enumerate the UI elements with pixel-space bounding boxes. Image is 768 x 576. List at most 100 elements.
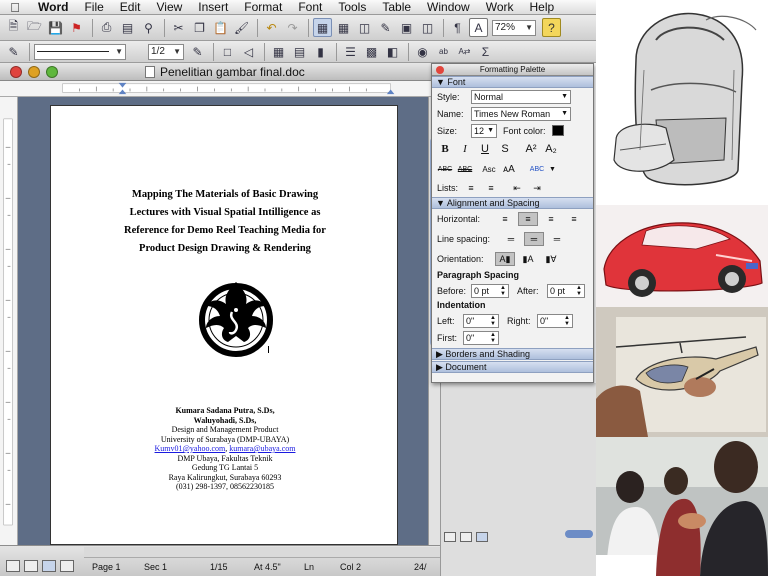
redo-icon[interactable]: ↷: [283, 18, 302, 37]
distribute-icon[interactable]: ▮: [311, 42, 330, 61]
align-center-icon[interactable]: ≡: [518, 212, 538, 226]
drawing-icon[interactable]: ✎: [376, 18, 395, 37]
italic-icon[interactable]: I: [457, 142, 473, 156]
increase-indent-icon[interactable]: ⇥: [529, 181, 545, 195]
zoom-window-icon[interactable]: [46, 66, 58, 78]
menu-window[interactable]: Window: [419, 0, 478, 14]
menu-help[interactable]: Help: [522, 0, 563, 14]
justify-icon[interactable]: ≡: [564, 212, 584, 226]
normal-view-icon[interactable]: [6, 560, 20, 572]
first-indent-stepper[interactable]: 0" ▲ ▼: [463, 330, 499, 345]
layout-icon[interactable]: ▩: [362, 42, 381, 61]
menu-app[interactable]: Word: [30, 0, 76, 14]
vertical-ruler[interactable]: [0, 97, 18, 545]
search-icon[interactable]: ⚲: [139, 18, 158, 37]
menu-edit[interactable]: Edit: [112, 0, 149, 14]
rotate-down-text-icon[interactable]: ▮A: [518, 252, 538, 266]
single-spacing-icon[interactable]: ═: [501, 232, 521, 246]
document-canvas[interactable]: Mapping The Materials of Basic Drawing L…: [18, 97, 428, 545]
bulleted-list-icon[interactable]: ≡: [483, 181, 499, 195]
text-box-icon[interactable]: A: [469, 18, 488, 37]
arrange-icon[interactable]: ◧: [383, 42, 402, 61]
format-painter-icon[interactable]: 🖌: [232, 18, 251, 37]
align-icon[interactable]: ▤: [290, 42, 309, 61]
superscript-icon[interactable]: A²: [523, 142, 539, 156]
cut-icon[interactable]: ✂: [169, 18, 188, 37]
right-indent-stepper[interactable]: 0" ▲ ▼: [537, 313, 573, 328]
menu-view[interactable]: View: [148, 0, 190, 14]
section-document[interactable]: ▶ Document: [432, 361, 593, 373]
flag-icon[interactable]: ⚑: [67, 18, 86, 37]
double-spacing-icon[interactable]: ═: [547, 232, 567, 246]
sidebar-icon[interactable]: ◫: [418, 18, 437, 37]
after-stepper[interactable]: 0 pt ▲ ▼: [547, 283, 585, 298]
highlight-icon[interactable]: ABC: [529, 162, 545, 176]
before-stepper[interactable]: 0 pt ▲ ▼: [471, 283, 509, 298]
abc-spell-icon[interactable]: ab: [434, 42, 453, 61]
edit-icon[interactable]: ✎: [4, 42, 23, 61]
numbered-list-icon[interactable]: ≡: [463, 181, 479, 195]
dashed-border-icon[interactable]: □: [218, 42, 237, 61]
pilcrow-icon[interactable]: ¶: [448, 18, 467, 37]
font-color-swatch[interactable]: [551, 125, 564, 136]
help-icon[interactable]: ?: [542, 18, 561, 37]
document-page[interactable]: Mapping The Materials of Basic Drawing L…: [50, 105, 398, 545]
menu-tools[interactable]: Tools: [330, 0, 374, 14]
copy-icon[interactable]: ❐: [190, 18, 209, 37]
outline-view-icon[interactable]: [24, 560, 38, 572]
all-caps-icon[interactable]: ᴀA: [501, 162, 517, 176]
align-right-icon[interactable]: ≡: [541, 212, 561, 226]
decrease-indent-icon[interactable]: ⇤: [509, 181, 525, 195]
section-font[interactable]: ▼ Font: [432, 76, 593, 88]
close-window-icon[interactable]: [10, 66, 22, 78]
email-link[interactable]: Kumv01@yahoo.com: [155, 444, 226, 453]
minimize-window-icon[interactable]: [28, 66, 40, 78]
font-size-select[interactable]: 12 ▼: [471, 123, 497, 138]
palette-titlebar[interactable]: Formatting Palette: [432, 64, 593, 76]
fill-color-icon[interactable]: ◁: [239, 42, 258, 61]
new-document-icon[interactable]: 🗎: [4, 18, 23, 37]
menu-font[interactable]: Font: [290, 0, 330, 14]
menu-work[interactable]: Work: [478, 0, 522, 14]
small-caps-icon[interactable]: Asc: [481, 162, 497, 176]
columns-icon[interactable]: ◫: [355, 18, 374, 37]
paste-icon[interactable]: 📋: [211, 18, 230, 37]
menu-insert[interactable]: Insert: [190, 0, 236, 14]
strikethrough-icon[interactable]: ABC: [437, 162, 453, 176]
toolbox-icon[interactable]: ▦: [313, 18, 332, 37]
shape-icon[interactable]: ◉: [413, 42, 432, 61]
gallery-icon[interactable]: ▣: [397, 18, 416, 37]
menu-table[interactable]: Table: [374, 0, 419, 14]
style-select[interactable]: Normal ▼: [471, 89, 571, 104]
apple-icon[interactable]: : [0, 0, 30, 15]
translate-icon[interactable]: A⇄: [455, 42, 474, 61]
open-folder-icon[interactable]: 🗁: [25, 18, 44, 37]
undo-icon[interactable]: ↶: [262, 18, 281, 37]
close-icon[interactable]: [436, 66, 444, 74]
sum-icon[interactable]: Σ: [476, 42, 495, 61]
horizontal-text-icon[interactable]: A▮: [495, 252, 515, 266]
bold-icon[interactable]: B: [437, 142, 453, 156]
print-preview-icon[interactable]: ▤: [118, 18, 137, 37]
print-icon[interactable]: ⎙: [97, 18, 116, 37]
page-layout-view-icon[interactable]: [42, 560, 56, 572]
notebook-view-icon[interactable]: [60, 560, 74, 572]
email-link[interactable]: kumara@ubaya.com: [229, 444, 295, 453]
double-strikethrough-icon[interactable]: ABC: [457, 162, 473, 176]
line-color-icon[interactable]: ✎: [188, 42, 207, 61]
zoom-select[interactable]: 72% ▼: [492, 19, 536, 36]
wrap-text-icon[interactable]: ☰: [341, 42, 360, 61]
section-borders[interactable]: ▶ Borders and Shading: [432, 348, 593, 360]
menu-file[interactable]: File: [76, 0, 111, 14]
grid-icon[interactable]: ▦: [269, 42, 288, 61]
subscript-icon[interactable]: A₂: [543, 142, 559, 156]
section-alignment[interactable]: ▼ Alignment and Spacing: [432, 197, 593, 209]
line-style-select[interactable]: ▼: [34, 43, 126, 60]
align-left-icon[interactable]: ≡: [495, 212, 515, 226]
rotate-up-text-icon[interactable]: ▮∀: [541, 252, 561, 266]
save-icon[interactable]: 💾: [46, 18, 65, 37]
one-half-spacing-icon[interactable]: ═: [524, 232, 544, 246]
menu-format[interactable]: Format: [236, 0, 290, 14]
underline-icon[interactable]: U: [477, 142, 493, 156]
font-name-select[interactable]: Times New Roman ▼: [471, 106, 571, 121]
